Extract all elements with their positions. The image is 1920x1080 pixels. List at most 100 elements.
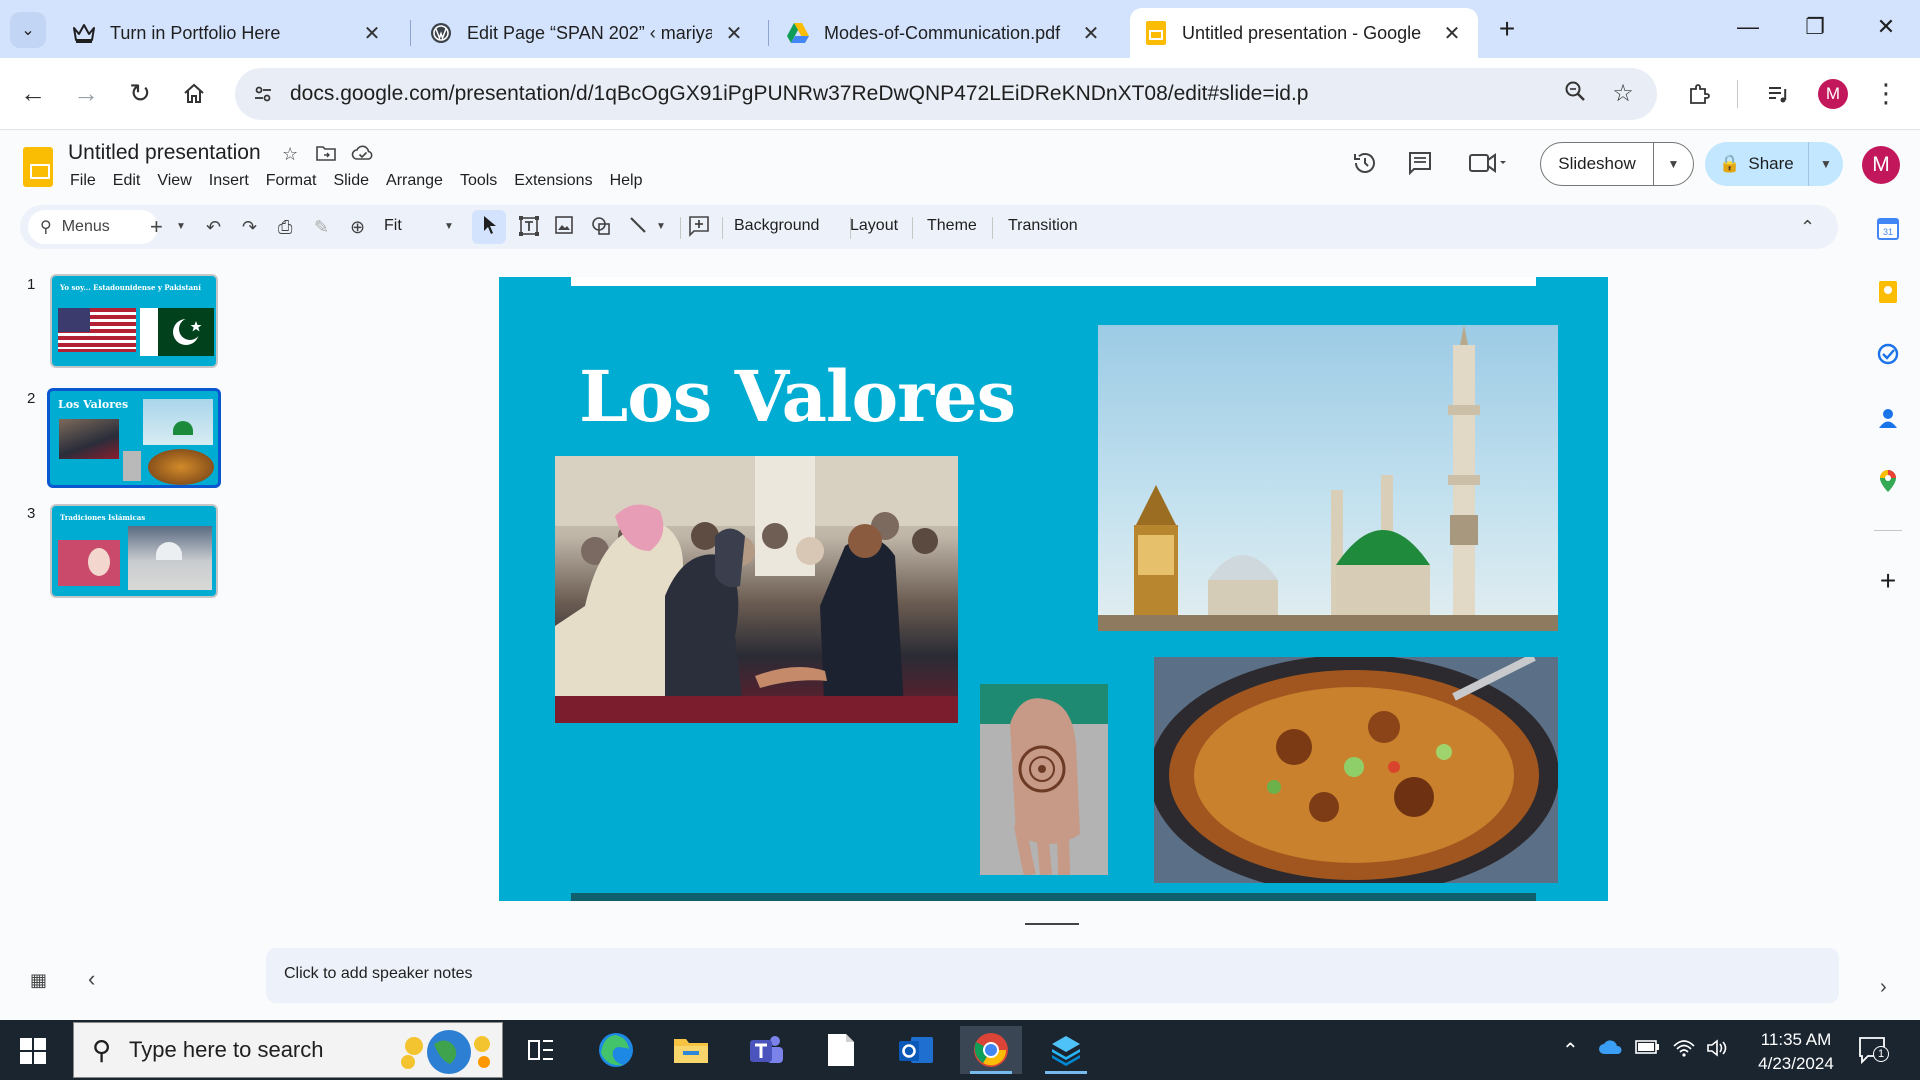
speaker-notes-area[interactable]: Click to add speaker notes	[266, 948, 1839, 1003]
new-tab-button[interactable]: +	[1493, 15, 1521, 44]
extensions-button[interactable]	[1683, 78, 1715, 110]
tab-edit-page[interactable]: Edit Page “SPAN 202” ‹ mariya ✕	[415, 8, 760, 58]
layout-button[interactable]: Layout	[850, 217, 898, 235]
chrome-menu-button[interactable]: ⋮	[1870, 78, 1902, 110]
tab-portfolio[interactable]: Turn in Portfolio Here ✕	[58, 8, 398, 58]
zoom-select[interactable]: Fit	[384, 217, 402, 235]
line-icon[interactable]	[628, 215, 648, 241]
document-title[interactable]: Untitled presentation	[68, 141, 261, 165]
get-addons-icon[interactable]: +	[1874, 565, 1902, 596]
calendar-icon[interactable]: 31	[1874, 215, 1902, 243]
slide-thumbnail-2[interactable]: Los Valores	[47, 388, 221, 488]
menu-edit[interactable]: Edit	[113, 172, 141, 190]
file-explorer-app[interactable]	[660, 1026, 722, 1074]
version-history-icon[interactable]	[1352, 150, 1378, 183]
maps-icon[interactable]	[1874, 467, 1902, 495]
home-button[interactable]	[178, 78, 210, 110]
url-text[interactable]: docs.google.com/presentation/d/1qBcOgGX9…	[290, 82, 1308, 106]
share-button[interactable]: 🔒 Share ▼	[1705, 142, 1843, 186]
add-comment-icon[interactable]	[688, 215, 710, 243]
reload-button[interactable]: ↻	[124, 78, 156, 110]
menu-extensions[interactable]: Extensions	[514, 172, 592, 190]
task-view-button[interactable]	[510, 1026, 572, 1074]
background-button[interactable]: Background	[734, 217, 819, 235]
shape-icon[interactable]	[590, 215, 612, 243]
close-window-button[interactable]: ✕	[1868, 14, 1904, 44]
cursor-select-icon[interactable]	[482, 215, 498, 241]
wifi-icon[interactable]	[1672, 1038, 1696, 1064]
close-icon[interactable]: ✕	[360, 21, 384, 46]
chevron-up-icon[interactable]: ⌃	[1562, 1038, 1579, 1063]
slide-canvas[interactable]: Los Valores	[499, 277, 1608, 901]
profile-avatar[interactable]: M	[1818, 79, 1848, 109]
battery-icon[interactable]	[1634, 1038, 1660, 1062]
taskbar-search-box[interactable]: ⚲ Type here to search	[73, 1022, 503, 1078]
meet-camera-icon[interactable]	[1468, 150, 1508, 183]
share-label[interactable]: 🔒 Share	[1705, 142, 1809, 186]
menu-slide[interactable]: Slide	[333, 172, 369, 190]
search-menus-input[interactable]: ⚲ Menus	[28, 210, 158, 244]
zoom-lens-icon[interactable]	[1561, 80, 1589, 108]
layers-app[interactable]	[1035, 1026, 1097, 1074]
outlook-app[interactable]	[885, 1026, 947, 1074]
menu-arrange[interactable]: Arrange	[386, 172, 443, 190]
chevron-right-icon[interactable]: ›	[1880, 976, 1887, 999]
theme-button[interactable]: Theme	[927, 217, 977, 235]
tab-modes-pdf[interactable]: Modes-of-Communication.pdf ✕	[772, 8, 1117, 58]
close-icon[interactable]: ✕	[722, 21, 746, 46]
notification-center-button[interactable]: 1	[1858, 1036, 1889, 1065]
slide-thumbnail-1[interactable]: Yo soy... Estadounidense y Pakistaní	[50, 274, 218, 368]
menu-view[interactable]: View	[157, 172, 191, 190]
close-icon[interactable]: ✕	[1440, 21, 1464, 46]
cloud-status-icon[interactable]	[351, 144, 375, 167]
chevron-up-icon[interactable]: ⌃	[1800, 215, 1815, 239]
omnibox[interactable]: docs.google.com/presentation/d/1qBcOgGX9…	[235, 68, 1657, 120]
menu-tools[interactable]: Tools	[460, 172, 497, 190]
menu-insert[interactable]: Insert	[209, 172, 249, 190]
photo-handshake-crowd[interactable]	[555, 456, 958, 723]
slides-logo-icon[interactable]	[23, 147, 53, 187]
move-folder-icon[interactable]	[316, 144, 336, 167]
text-box-icon[interactable]	[518, 215, 540, 243]
tab-search-button[interactable]: ⌄	[10, 12, 46, 48]
contacts-icon[interactable]	[1874, 404, 1902, 432]
site-settings-icon[interactable]	[247, 78, 279, 110]
windows-start-button[interactable]	[20, 1038, 46, 1064]
bookmark-star-icon[interactable]: ☆	[1609, 80, 1637, 108]
caret-down-icon[interactable]: ▼	[444, 215, 454, 239]
caret-down-icon[interactable]: ▼	[176, 215, 186, 239]
grid-view-icon[interactable]: ▦	[30, 970, 47, 991]
chevron-left-icon[interactable]: ‹	[88, 966, 95, 992]
zoom-icon[interactable]: ⊕	[350, 215, 365, 239]
caret-down-icon[interactable]: ▼	[1654, 157, 1693, 171]
caret-down-icon[interactable]: ▼	[1809, 157, 1843, 171]
print-icon[interactable]: ⎙	[278, 215, 292, 239]
comments-icon[interactable]	[1407, 150, 1433, 183]
caret-down-icon[interactable]: ▼	[656, 215, 666, 239]
new-slide-icon[interactable]: +	[150, 215, 163, 239]
taskbar-clock[interactable]: 11:35 AM 4/23/2024	[1740, 1028, 1852, 1076]
volume-icon[interactable]	[1706, 1038, 1730, 1064]
keep-icon[interactable]	[1874, 278, 1902, 306]
menu-help[interactable]: Help	[610, 172, 643, 190]
tasks-icon[interactable]	[1874, 340, 1902, 368]
menu-format[interactable]: Format	[266, 172, 317, 190]
teams-app[interactable]	[735, 1026, 797, 1074]
account-avatar[interactable]: M	[1862, 146, 1900, 184]
restore-button[interactable]: ❐	[1797, 14, 1833, 44]
onedrive-icon[interactable]	[1598, 1038, 1624, 1062]
chrome-app[interactable]	[960, 1026, 1022, 1074]
menu-file[interactable]: File	[70, 172, 96, 190]
paint-format-icon[interactable]: ✎	[314, 215, 329, 239]
photo-henna-hand[interactable]	[980, 684, 1108, 875]
close-icon[interactable]: ✕	[1079, 21, 1103, 46]
tab-untitled-presentation[interactable]: Untitled presentation - Google ✕	[1130, 8, 1478, 58]
speaker-notes-placeholder[interactable]: Click to add speaker notes	[284, 965, 473, 983]
media-controls-button[interactable]	[1762, 78, 1794, 110]
notes-resize-handle[interactable]	[1025, 923, 1079, 925]
slideshow-label[interactable]: Slideshow	[1541, 143, 1654, 185]
slideshow-button[interactable]: Slideshow ▼	[1540, 142, 1694, 186]
transition-button[interactable]: Transition	[1008, 217, 1078, 235]
back-button[interactable]: ←	[17, 78, 49, 110]
slide-title[interactable]: Los Valores	[579, 355, 1016, 438]
